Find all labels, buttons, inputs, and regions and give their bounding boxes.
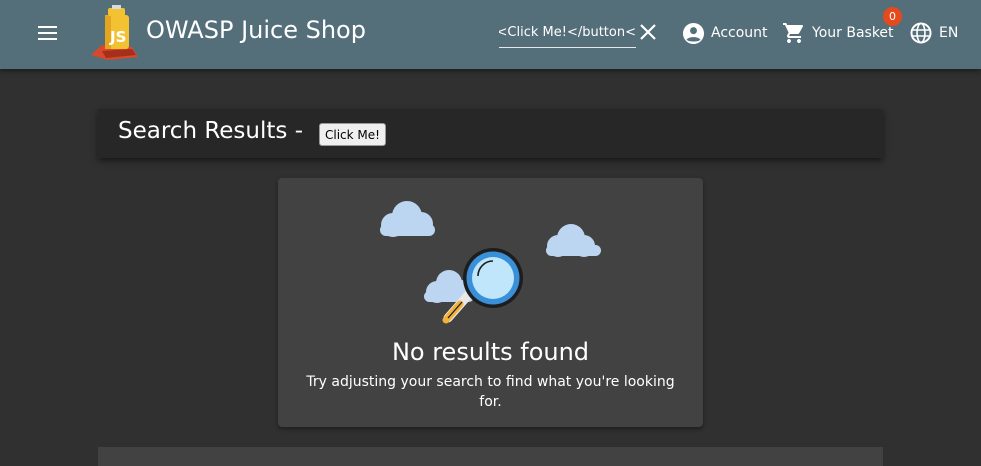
injected-click-me-button[interactable]: Click Me! <box>319 123 386 146</box>
no-results-message: Try adjusting your search to find what y… <box>306 374 675 410</box>
language-label: EN <box>939 25 959 41</box>
no-results-card: No results found Try adjusting your sear… <box>278 178 703 427</box>
top-toolbar: JS OWASP Juice Shop Account Your Basket … <box>0 0 981 69</box>
cloud-icon <box>546 224 601 257</box>
cloud-icon <box>380 201 435 237</box>
globe-icon <box>910 22 932 44</box>
no-results-title: No results found <box>391 338 590 366</box>
basket-count-badge: 0 <box>883 7 902 26</box>
search-results-title: Search Results - <box>118 118 303 144</box>
account-circle-icon <box>682 22 705 44</box>
product-list-card <box>98 447 883 466</box>
basket-label: Your Basket <box>812 25 894 41</box>
account-button[interactable]: Account <box>682 18 768 48</box>
account-label: Account <box>711 25 768 41</box>
search-results-header: Search Results - Click Me! <box>98 109 883 158</box>
juice-shop-logo[interactable]: JS <box>88 5 140 61</box>
menu-button[interactable] <box>30 19 66 47</box>
shopping-cart-icon <box>783 23 804 43</box>
close-icon <box>640 24 656 40</box>
search-input[interactable] <box>499 18 636 46</box>
menu-icon <box>38 26 57 40</box>
search-field[interactable] <box>499 18 636 48</box>
basket-button[interactable]: Your Basket <box>782 18 894 48</box>
svg-text:JS: JS <box>109 28 126 46</box>
app-title[interactable]: OWASP Juice Shop <box>146 16 366 44</box>
language-button[interactable]: EN <box>909 18 958 48</box>
no-results-illustration <box>380 201 601 324</box>
clear-search-button[interactable] <box>637 21 659 43</box>
